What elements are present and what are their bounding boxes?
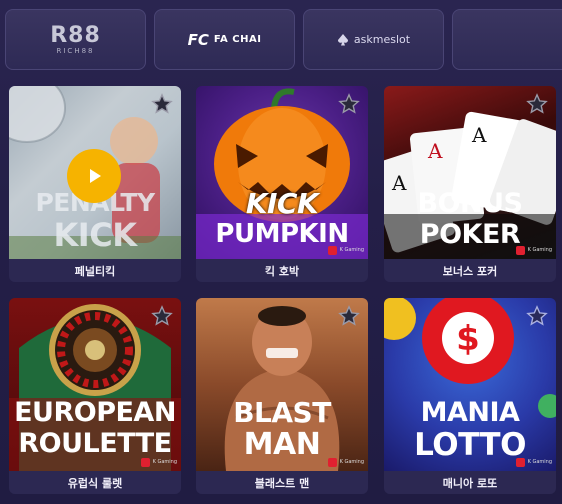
kgaming-icon [140,457,150,467]
game-thumbnail[interactable]: KICK PUMPKIN K Gaming [196,86,368,259]
star-icon[interactable] [151,93,173,115]
provider-mark: FC [187,30,209,49]
rich88-logo: R88 RICH88 [50,22,101,55]
kgaming-icon [515,457,525,467]
game-title-line2: KICK [53,216,137,254]
game-title-line1: MANIA [420,397,520,428]
game-label-bar[interactable]: 유럽식 룰렛 [9,471,181,494]
kgaming-icon [327,245,337,255]
provider-tab-rich88[interactable]: R88 RICH88 [5,9,146,70]
provider-tag: K Gaming [327,457,364,467]
star-icon[interactable] [526,305,548,327]
spade-icon [337,33,348,45]
star-icon[interactable] [526,93,548,115]
provider-name: R88 [50,22,101,48]
play-icon [90,169,101,183]
provider-tab-more[interactable] [452,9,562,70]
game-title-line2: POKER [419,219,521,250]
provider-tag-text: K Gaming [527,459,552,465]
game-thumbnail[interactable]: A A A BONUS POKER K Gaming [384,86,556,259]
game-label: 페널티킥 [74,264,116,278]
askmeslot-logo: askmeslot [337,33,410,46]
provider-tag-text: K Gaming [339,459,364,465]
provider-tag-text: K Gaming [527,247,552,253]
game-thumbnail[interactable]: $ MANIA LOTTO K Gaming [384,298,556,471]
game-title-line1: EUROPEAN [14,397,176,428]
game-title-line1: KICK [245,187,319,220]
provider-tag: K Gaming [515,457,552,467]
provider-tag-text: K Gaming [339,247,364,253]
provider-subname: RICH88 [56,46,95,55]
provider-tab-fachai[interactable]: FC FA CHAI [154,9,295,70]
game-label: 킥 호박 [264,264,300,278]
game-title-line2: PUMPKIN [215,219,349,249]
star-icon[interactable] [338,305,360,327]
svg-text:A: A [427,139,443,163]
star-icon[interactable] [151,305,173,327]
game-label: 매니아 로또 [442,476,498,490]
play-button[interactable] [67,149,121,203]
game-label: 보너스 포커 [442,264,498,278]
game-label-bar[interactable]: 블래스트 맨 [196,471,368,494]
game-title-line2: MAN [243,427,321,462]
star-icon[interactable] [338,93,360,115]
game-thumbnail[interactable]: PENALTY KICK [9,86,181,259]
fachai-logo: FC FA CHAI [188,31,262,49]
game-label: 블래스트 맨 [254,476,310,490]
game-label: 유럽식 룰렛 [67,476,123,490]
game-thumbnail[interactable]: BLAST MAN K Gaming [196,298,368,471]
provider-tag: K Gaming [327,245,364,255]
game-thumbnail[interactable]: EUROPEAN ROULETTE K Gaming [9,298,181,471]
provider-tag-text: K Gaming [152,459,177,465]
game-label-bar[interactable]: 킥 호박 [196,259,368,282]
provider-tag: K Gaming [515,245,552,255]
provider-name: askmeslot [353,33,411,46]
game-label-bar[interactable]: 보너스 포커 [384,259,556,282]
provider-name: FA CHAI [213,34,262,45]
game-title-line1: BONUS [417,188,524,219]
provider-tab-askmeslot[interactable]: askmeslot [303,9,444,70]
provider-tag: K Gaming [140,457,177,467]
provider-bar: R88 RICH88 FC FA CHAI askmeslot [0,0,562,78]
game-label-bar[interactable]: 페널티킥 [9,259,181,282]
game-label-bar[interactable]: 매니아 로또 [384,471,556,494]
kgaming-icon [515,245,525,255]
game-title-line2: ROULETTE [18,428,172,459]
kgaming-icon [327,457,337,467]
game-title-line1: BLAST [233,396,331,429]
svg-text:A: A [471,123,487,147]
svg-text:$: $ [456,319,480,359]
